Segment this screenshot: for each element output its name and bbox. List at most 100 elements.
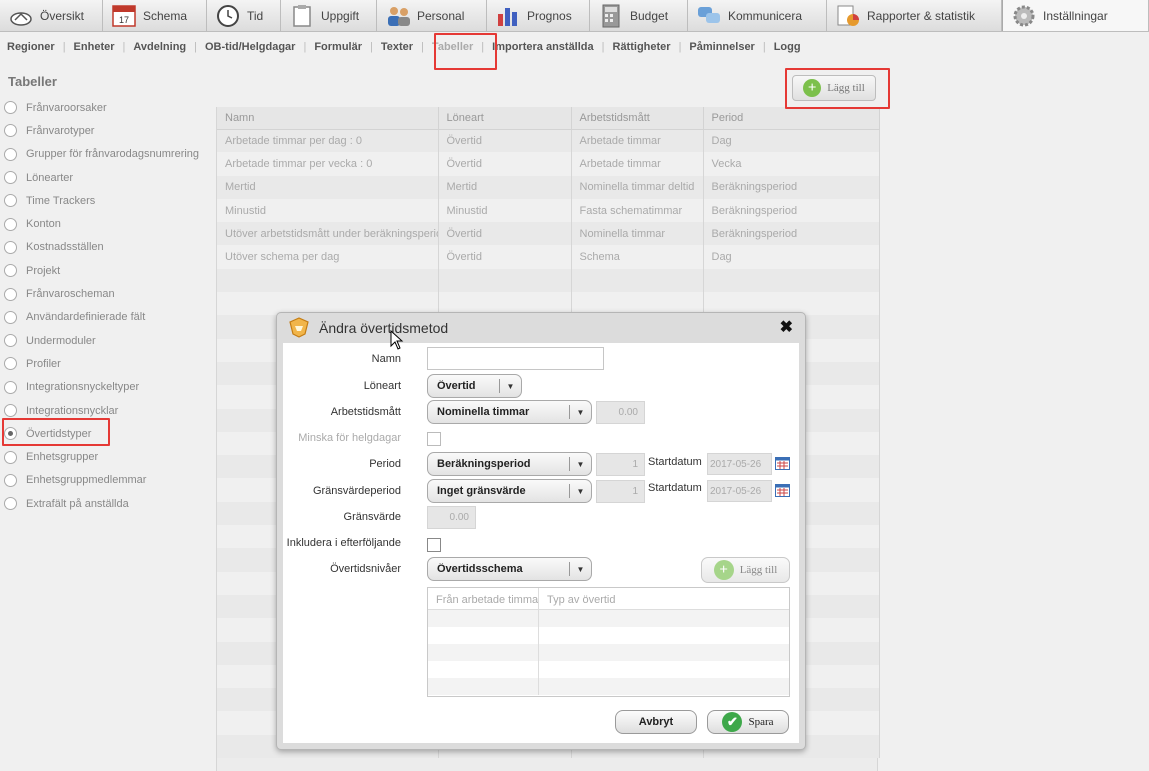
- overtidsnivaer-select[interactable]: Övertidsschema ▼: [427, 557, 592, 581]
- radio-button[interactable]: [4, 264, 17, 278]
- radio-button[interactable]: [4, 310, 17, 324]
- radio-button[interactable]: [4, 101, 17, 115]
- tab-label: Budget: [630, 8, 669, 23]
- radio-button[interactable]: [4, 124, 17, 138]
- column-header-typ[interactable]: Typ av övertid: [539, 588, 789, 609]
- label-minska: Minska för helgdagar: [298, 432, 401, 444]
- tab-prognos[interactable]: Prognos: [487, 0, 590, 31]
- sidebar-item-integrationsnycklar[interactable]: Integrationsnycklar: [4, 399, 214, 422]
- sidebar-item-profiler[interactable]: Profiler: [4, 352, 214, 375]
- column-header-period[interactable]: Period: [703, 107, 880, 130]
- sidebar-item-lonearter[interactable]: Lönearter: [4, 166, 214, 189]
- radio-button[interactable]: [4, 194, 17, 208]
- radio-button[interactable]: [4, 473, 17, 487]
- calendar-icon[interactable]: [775, 484, 790, 497]
- table-row[interactable]: Utöver arbetstidsmått under beräkningspe…: [217, 222, 880, 246]
- empty-row: [428, 661, 789, 678]
- subnav-importera[interactable]: Importera anställda: [492, 41, 593, 53]
- sidebar-item-kostnadsstallen[interactable]: Kostnadsställen: [4, 236, 214, 259]
- sidebar-item-franvaroscheman[interactable]: Frånvaroscheman: [4, 282, 214, 305]
- table-row[interactable]: Mertid Mertid Nominella timmar deltid Beräk…: [217, 175, 880, 199]
- subnav-enheter[interactable]: Enheter: [74, 41, 115, 53]
- subnav-paminnelser[interactable]: Påminnelser: [689, 41, 754, 53]
- sidebar-item-overtidstyper[interactable]: Övertidstyper: [4, 422, 214, 445]
- tab-label: Översikt: [40, 8, 85, 23]
- sidebar-item-label: Undermoduler: [26, 334, 96, 347]
- add-button[interactable]: + Lägg till: [792, 75, 876, 101]
- tab-oversikt[interactable]: Översikt: [0, 0, 103, 31]
- radio-button[interactable]: [4, 334, 17, 348]
- column-header-fran[interactable]: Från arbetade timmar: [428, 588, 539, 609]
- column-header-loneart[interactable]: Löneart: [438, 107, 572, 130]
- gransvardeperiod-count-field: 1: [596, 480, 645, 503]
- tab-schema[interactable]: 17 Schema: [103, 0, 207, 31]
- table-row[interactable]: Utöver schema per dag Övertid Schema Dag: [217, 245, 880, 269]
- subnav-texter[interactable]: Texter: [381, 41, 413, 53]
- radio-button[interactable]: [4, 240, 17, 254]
- period-select[interactable]: Beräkningsperiod ▼: [427, 452, 592, 476]
- tab-personal[interactable]: Personal: [377, 0, 487, 31]
- subnav-ob-tid[interactable]: OB-tid/Helgdagar: [205, 41, 295, 53]
- sidebar-item-enhetsgrupper[interactable]: Enhetsgrupper: [4, 445, 214, 468]
- tab-label: Uppgift: [321, 8, 360, 23]
- separator: |: [122, 41, 126, 53]
- close-icon[interactable]: ✖: [780, 317, 793, 337]
- label-startdatum: Startdatum: [648, 482, 702, 494]
- sidebar-item-anvandardefinierade[interactable]: Användardefinierade fält: [4, 306, 214, 329]
- empty-row: [428, 627, 789, 644]
- sidebar-item-franvarotyper[interactable]: Frånvarotyper: [4, 119, 214, 142]
- table-row[interactable]: Arbetade timmar per vecka : 0 Övertid Arbe…: [217, 152, 880, 176]
- radio-button[interactable]: [4, 380, 17, 394]
- tab-installningar[interactable]: Inställningar: [1002, 0, 1149, 31]
- tab-budget[interactable]: Budget: [590, 0, 688, 31]
- sidebar-item-grupper[interactable]: Grupper för frånvarodagsnumrering: [4, 143, 214, 166]
- radio-button[interactable]: [4, 147, 17, 161]
- subnav-regioner[interactable]: Regioner: [7, 41, 55, 53]
- add-level-button[interactable]: + Lägg till: [701, 557, 790, 583]
- sidebar-item-label: Grupper för frånvarodagsnumrering: [26, 148, 200, 161]
- subnav-formular[interactable]: Formulär: [314, 41, 362, 53]
- gransvardeperiod-select[interactable]: Inget gränsvärde ▼: [427, 479, 592, 503]
- sidebar-item-projekt[interactable]: Projekt: [4, 259, 214, 282]
- arbetstidsmatt-select[interactable]: Nominella timmar ▼: [427, 400, 592, 424]
- subnav-logg[interactable]: Logg: [774, 41, 801, 53]
- subnav-rattigheter[interactable]: Rättigheter: [613, 41, 671, 53]
- sidebar-item-konton[interactable]: Konton: [4, 212, 214, 235]
- radio-button[interactable]: [4, 217, 17, 231]
- tab-rapporter[interactable]: Rapporter & statistik: [827, 0, 1002, 31]
- cell: Övertid: [438, 152, 572, 176]
- sidebar-item-time-trackers[interactable]: Time Trackers: [4, 189, 214, 212]
- radio-button[interactable]: [4, 450, 17, 464]
- tab-uppgift[interactable]: Uppgift: [281, 0, 377, 31]
- loneart-select[interactable]: Övertid ▼: [427, 374, 522, 398]
- tab-tid[interactable]: Tid: [207, 0, 281, 31]
- period-start-date-field: 2017-05-26: [707, 453, 772, 475]
- tab-kommunicera[interactable]: Kommunicera: [688, 0, 827, 31]
- cell: Dag: [703, 129, 880, 153]
- radio-button[interactable]: [4, 287, 17, 301]
- subnav-avdelning[interactable]: Avdelning: [133, 41, 186, 53]
- sidebar-item-undermoduler[interactable]: Undermoduler: [4, 329, 214, 352]
- name-input[interactable]: [427, 347, 604, 370]
- radio-button[interactable]: [4, 404, 17, 417]
- cell: Nominella timmar deltid: [571, 175, 704, 199]
- sidebar-item-franvaroorsaker[interactable]: Frånvaroorsaker: [4, 96, 214, 119]
- save-button[interactable]: ✔ Spara: [707, 710, 789, 734]
- table-row[interactable]: Minustid Minustid Fasta schematimmar Beräkn…: [217, 198, 880, 223]
- cancel-button[interactable]: Avbryt: [615, 710, 697, 734]
- column-header-namn[interactable]: Namn: [217, 107, 439, 130]
- radio-button[interactable]: [4, 497, 17, 511]
- table-row[interactable]: Arbetade timmar per dag : 0 Övertid Arbeta…: [217, 129, 880, 153]
- dialog-titlebar[interactable]: Ändra övertidsmetod: [287, 316, 448, 340]
- column-header-arbetstidsmatt[interactable]: Arbetstidsmått: [571, 107, 704, 130]
- radio-button[interactable]: [4, 171, 17, 185]
- sidebar-item-extrafalt[interactable]: Extrafält på anställda: [4, 492, 214, 515]
- inkludera-checkbox[interactable]: [427, 538, 441, 552]
- levels-rows: [428, 610, 789, 695]
- sidebar-item-enhetsgruppmedlemmar[interactable]: Enhetsgruppmedlemmar: [4, 469, 214, 492]
- radio-button[interactable]: [4, 357, 17, 371]
- radio-button-selected[interactable]: [4, 427, 17, 441]
- sidebar-item-integrationsnyckeltyper[interactable]: Integrationsnyckeltyper: [4, 376, 214, 399]
- subnav-tabeller[interactable]: Tabeller: [432, 41, 473, 53]
- calendar-icon[interactable]: [775, 457, 790, 470]
